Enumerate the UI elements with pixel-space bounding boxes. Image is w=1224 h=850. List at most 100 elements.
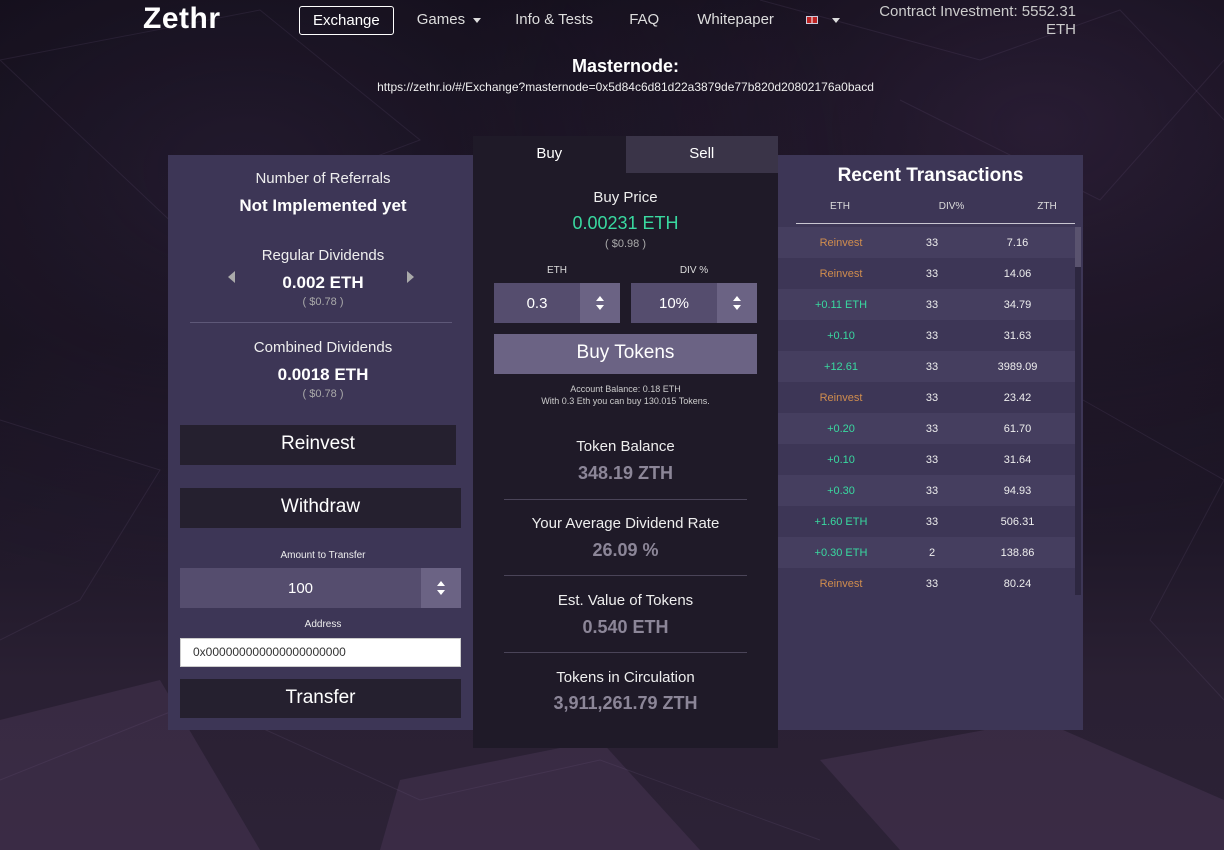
tx-div-cell: 33 <box>925 577 939 590</box>
scrollbar-thumb[interactable] <box>1075 227 1081 267</box>
tx-div-cell: 2 <box>928 546 936 559</box>
avg-dividend-label: Your Average Dividend Rate <box>531 515 720 532</box>
tx-eth-cell: +0.30 ETH <box>814 546 868 559</box>
tx-eth-cell: +0.20 <box>827 422 855 435</box>
address-input[interactable]: 0x000000000000000000000 <box>180 638 461 667</box>
tx-div-cell: 33 <box>925 236 939 249</box>
table-row: +1.60 ETH 33 506.31 <box>778 506 1075 537</box>
withdraw-button[interactable]: Withdraw <box>180 488 461 528</box>
table-row: +0.20 33 61.70 <box>778 413 1075 444</box>
reinvest-button[interactable]: Reinvest <box>180 425 456 465</box>
transfer-amount-spin-button[interactable] <box>421 568 461 608</box>
transfer-button[interactable]: Transfer <box>180 679 461 718</box>
tx-zth-cell: 506.31 <box>1000 515 1035 528</box>
buy-sell-tabs: Buy Sell <box>473 136 778 173</box>
tx-zth-cell: 14.06 <box>1003 267 1032 280</box>
token-balance-label: Token Balance <box>576 438 675 455</box>
div-percent-spin-button[interactable] <box>717 283 757 323</box>
main-nav: Exchange Games Info & Tests FAQ Whitepap… <box>299 6 853 35</box>
nav-whitepaper[interactable]: Whitepaper <box>684 6 787 35</box>
table-row: Reinvest 33 80.24 <box>778 568 1075 599</box>
chevron-down-icon <box>473 17 482 23</box>
table-row: +12.61 33 3989.09 <box>778 351 1075 382</box>
divider <box>504 575 747 576</box>
avg-dividend-value: 26.09 % <box>592 540 659 560</box>
nav-games[interactable]: Games <box>404 6 494 35</box>
nav-info-tests[interactable]: Info & Tests <box>502 6 606 35</box>
table-row: Reinvest 33 7.16 <box>778 227 1075 258</box>
circulation-label: Tokens in Circulation <box>556 669 695 686</box>
token-balance-value: 348.19 ZTH <box>577 463 674 483</box>
contract-investment-unit: ETH <box>1046 21 1076 38</box>
referrals-value: Not Implemented yet <box>239 196 407 215</box>
div-percent-stepper[interactable]: 10% <box>631 283 757 323</box>
decrement-icon[interactable] <box>733 305 741 310</box>
increment-icon[interactable] <box>596 296 604 301</box>
circulation-value: 3,911,261.79 ZTH <box>553 693 698 713</box>
nav-exchange[interactable]: Exchange <box>299 6 394 35</box>
dividends-panel: Number of Referrals Not Implemented yet … <box>168 155 478 730</box>
tx-div-cell: 33 <box>925 515 939 528</box>
tx-zth-cell: 61.70 <box>1003 422 1032 435</box>
table-row: Reinvest 33 23.42 <box>778 382 1075 413</box>
eth-amount-value[interactable]: 0.3 <box>494 283 580 323</box>
increment-icon[interactable] <box>733 296 741 301</box>
table-row: +0.30 33 94.93 <box>778 475 1075 506</box>
eth-amount-spin-button[interactable] <box>580 283 620 323</box>
div-percent-value[interactable]: 10% <box>631 283 717 323</box>
div-percent-label: DIV % <box>679 265 709 276</box>
decrement-icon[interactable] <box>437 590 445 595</box>
increment-icon[interactable] <box>437 581 445 586</box>
transactions-list: Reinvest 33 7.16 Reinvest 33 14.06 +0.11 ETH 33… <box>778 227 1075 599</box>
combined-dividends-value: 0.0018 ETH <box>277 365 369 384</box>
nav-faq[interactable]: FAQ <box>616 6 672 35</box>
referrals-label: Number of Referrals <box>255 170 391 187</box>
language-selector[interactable] <box>793 6 853 35</box>
table-row: +0.11 ETH 33 34.79 <box>778 289 1075 320</box>
buy-price-value: 0.00231 ETH <box>572 213 679 233</box>
transfer-amount-value[interactable]: 100 <box>180 568 421 608</box>
transactions-scrollbar[interactable] <box>1075 227 1081 595</box>
tx-div-cell: 33 <box>925 298 939 311</box>
uk-flag-icon <box>805 16 818 25</box>
divider <box>190 322 452 323</box>
tx-eth-cell: +0.11 ETH <box>814 298 868 311</box>
tx-div-cell: 33 <box>925 453 939 466</box>
tx-zth-cell: 23.42 <box>1003 391 1032 404</box>
column-div: DIV% <box>938 201 965 212</box>
tx-eth-cell: Reinvest <box>819 236 863 249</box>
tx-eth-cell: +0.10 <box>827 453 855 466</box>
nav-games-label: Games <box>416 11 466 28</box>
tab-sell[interactable]: Sell <box>625 136 778 173</box>
transfer-amount-stepper[interactable]: 100 <box>180 568 461 608</box>
column-eth: ETH <box>830 201 850 212</box>
masternode-title: Masternode: <box>571 56 679 76</box>
column-zth: ZTH <box>1037 201 1057 212</box>
tx-eth-cell: +1.60 ETH <box>814 515 868 528</box>
tx-div-cell: 33 <box>925 360 939 373</box>
can-buy-text: With 0.3 Eth you can buy 130.015 Tokens. <box>541 396 710 406</box>
table-row: +0.10 33 31.64 <box>778 444 1075 475</box>
tx-div-cell: 33 <box>925 267 939 280</box>
divider <box>504 499 747 500</box>
tx-eth-cell: Reinvest <box>819 267 863 280</box>
tx-eth-cell: +0.30 <box>827 484 855 497</box>
buy-price-label: Buy Price <box>593 189 658 206</box>
tab-buy[interactable]: Buy <box>473 136 626 173</box>
buy-sell-panel: Buy Sell Buy Price 0.00231 ETH ( $0.98 )… <box>473 136 778 748</box>
combined-dividends-usd: ( $0.78 ) <box>302 388 344 400</box>
tx-div-cell: 33 <box>925 329 939 342</box>
decrement-icon[interactable] <box>596 305 604 310</box>
masternode-url: https://zethr.io/#/Exchange?masternode=0… <box>377 80 874 94</box>
tx-zth-cell: 31.63 <box>1003 329 1032 342</box>
est-value-label: Est. Value of Tokens <box>557 592 694 609</box>
transactions-table-header: ETH DIV% ZTH <box>796 201 1075 224</box>
eth-amount-stepper[interactable]: 0.3 <box>494 283 620 323</box>
buy-tokens-button[interactable]: Buy Tokens <box>494 334 757 374</box>
next-arrow-icon[interactable] <box>407 271 414 283</box>
zethr-logo[interactable]: Zethr <box>143 2 221 36</box>
tx-div-cell: 33 <box>925 484 939 497</box>
regular-dividends-value: 0.002 ETH <box>282 273 364 292</box>
tx-zth-cell: 3989.09 <box>997 360 1038 373</box>
tx-zth-cell: 31.64 <box>1003 453 1032 466</box>
